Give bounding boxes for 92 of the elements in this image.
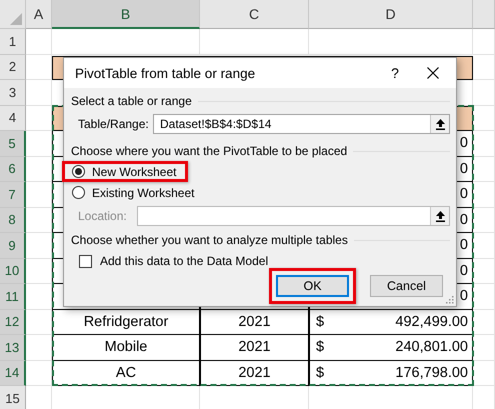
- grid-cell[interactable]: [26, 182, 52, 208]
- radio-label[interactable]: New Worksheet: [92, 164, 176, 178]
- row-header[interactable]: 11: [0, 284, 26, 310]
- grid-cell[interactable]: [473, 156, 495, 182]
- table-cell: AC: [52, 360, 200, 386]
- column-header[interactable]: D: [309, 0, 473, 29]
- row-header[interactable]: 3: [0, 80, 26, 106]
- section-label: Select a table or range: [71, 94, 192, 108]
- grid-cell[interactable]: [26, 80, 52, 106]
- grid-cell[interactable]: [473, 310, 495, 335]
- arrow-up-icon: [436, 210, 444, 222]
- grid-cell[interactable]: [26, 310, 52, 335]
- row-header[interactable]: 8: [0, 208, 26, 233]
- row-header[interactable]: 4: [0, 106, 26, 131]
- amount-text: 0: [460, 135, 468, 152]
- dialog-title: PivotTable from table or range: [75, 66, 256, 80]
- amount-text: 0: [460, 160, 468, 177]
- column-header[interactable]: A: [26, 0, 52, 29]
- table-cell: Mobile: [52, 335, 200, 360]
- resize-grip-icon[interactable]: [445, 295, 454, 304]
- dialog-button[interactable]: Cancel: [370, 275, 443, 297]
- amount-text: 0: [460, 288, 468, 304]
- amount-text: 0: [460, 212, 468, 228]
- row-header[interactable]: 6: [0, 156, 26, 182]
- checkbox-label[interactable]: Add this data to the Data Model: [100, 254, 268, 268]
- section-label: Choose whether you want to analyze multiple tables: [71, 233, 348, 247]
- close-icon: [427, 67, 439, 79]
- row-header[interactable]: 2: [0, 54, 26, 80]
- grid-cell[interactable]: [473, 182, 495, 208]
- radio-button[interactable]: [72, 165, 85, 178]
- table-cell: 2021: [200, 310, 309, 335]
- grid-cell[interactable]: [473, 360, 495, 386]
- collapse-dialog-button[interactable]: [430, 207, 449, 225]
- grid-cell[interactable]: [473, 335, 495, 360]
- row-header[interactable]: 14: [0, 360, 26, 386]
- grid-cell[interactable]: [473, 208, 495, 233]
- amount-text: 176,798.00: [395, 364, 468, 381]
- grid-cell[interactable]: [26, 233, 52, 258]
- section-label: Choose where you want the PivotTable to be placed: [71, 144, 348, 158]
- grid-cell[interactable]: [473, 284, 495, 310]
- help-button[interactable]: ?: [380, 65, 410, 81]
- grid-cell[interactable]: [52, 29, 200, 54]
- grid-cell[interactable]: [309, 29, 473, 54]
- radio-label[interactable]: Existing Worksheet: [92, 186, 194, 200]
- row-header[interactable]: 10: [0, 258, 26, 284]
- row-header[interactable]: 5: [0, 131, 26, 156]
- dialog-button[interactable]: OK: [276, 275, 349, 297]
- collapse-dialog-button[interactable]: [430, 115, 449, 133]
- grid-cell[interactable]: [473, 131, 495, 156]
- range-field[interactable]: Dataset!$B$4:$D$14: [153, 114, 450, 134]
- table-cell: 2021: [200, 335, 309, 360]
- grid-cell[interactable]: [473, 233, 495, 258]
- column-header[interactable]: C: [200, 0, 309, 29]
- grid-cell[interactable]: [26, 335, 52, 360]
- radio-button[interactable]: [72, 186, 85, 199]
- currency-symbol: $: [316, 314, 324, 330]
- grid-cell[interactable]: [200, 29, 309, 54]
- grid-cell[interactable]: [26, 208, 52, 233]
- select-all-icon[interactable]: [10, 13, 22, 25]
- grid-cell[interactable]: [26, 156, 52, 182]
- checkbox[interactable]: [79, 254, 92, 268]
- grid-cell[interactable]: [26, 284, 52, 310]
- row-header[interactable]: 7: [0, 182, 26, 208]
- grid-cell[interactable]: [26, 258, 52, 284]
- table-cell: 2021: [200, 360, 309, 386]
- location-field[interactable]: [137, 206, 450, 226]
- grid-cell[interactable]: [473, 258, 495, 284]
- grid-cell[interactable]: [473, 29, 495, 54]
- amount-text: 240,801.00: [395, 339, 468, 356]
- row-header[interactable]: 15: [0, 386, 26, 409]
- grid-cell[interactable]: [26, 360, 52, 386]
- grid-cell[interactable]: [473, 106, 495, 131]
- table-cell: Refridgerator: [52, 310, 200, 335]
- row-header[interactable]: 12: [0, 310, 26, 335]
- currency-symbol: $: [316, 364, 324, 381]
- arrow-up-icon: [436, 118, 444, 130]
- amount-text: 0: [460, 186, 468, 202]
- currency-symbol: $: [316, 339, 324, 356]
- grid-cell[interactable]: [473, 80, 495, 106]
- grid-cell[interactable]: [26, 29, 52, 54]
- field-label: Location:: [77, 209, 128, 223]
- grid-cell[interactable]: [26, 131, 52, 156]
- row-header[interactable]: 13: [0, 335, 26, 360]
- amount-text: 492,499.00: [395, 314, 468, 330]
- row-header[interactable]: 9: [0, 233, 26, 258]
- amount-text: 0: [460, 262, 468, 279]
- column-header[interactable]: [473, 0, 495, 29]
- row-header[interactable]: 1: [0, 29, 26, 54]
- grid-cell[interactable]: [473, 54, 495, 80]
- column-header[interactable]: B: [52, 0, 200, 29]
- amount-text: 0: [460, 237, 468, 254]
- field-label: Table/Range:: [77, 117, 150, 131]
